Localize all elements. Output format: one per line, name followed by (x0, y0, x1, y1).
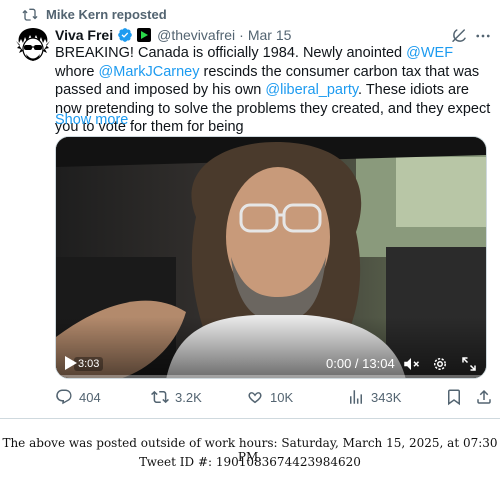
share-button[interactable] (475, 388, 493, 406)
bookmark-button[interactable] (445, 388, 463, 406)
like-button[interactable]: 10K (246, 388, 293, 406)
like-count: 10K (270, 389, 294, 405)
author-name[interactable]: Viva Frei (55, 27, 113, 43)
mention-markjcarney[interactable]: @MarkJCarney (99, 64, 200, 80)
views-chart-icon (347, 388, 365, 406)
retweet-icon (151, 388, 169, 406)
mention-liberal-party[interactable]: @liberal_party (265, 82, 358, 98)
repost-header[interactable]: Mike Kern reposted (22, 5, 167, 23)
divider (0, 418, 500, 419)
repost-button[interactable]: 3.2K (151, 388, 202, 406)
video-elapsed-badge: 3:03 (74, 357, 104, 371)
author-handle[interactable]: @thevivafrei (157, 27, 235, 43)
reply-icon (55, 388, 73, 406)
tweet-text-segment: BREAKING! Canada is officially 1984. New… (55, 45, 407, 61)
footer-tweet-id: Tweet ID #: 1901083674423984620 (139, 455, 361, 469)
reply-count: 404 (79, 389, 101, 405)
mute-icon[interactable] (402, 355, 420, 378)
reply-button[interactable]: 404 (55, 388, 101, 406)
post-date[interactable]: Mar 15 (248, 27, 292, 43)
bookmark-icon (445, 388, 463, 406)
share-icon (475, 388, 493, 406)
affiliate-badge-icon (137, 28, 152, 42)
mention-wef[interactable]: @WEF (406, 45, 453, 61)
video-frame (56, 137, 486, 378)
avatar[interactable] (13, 25, 53, 65)
verified-badge-icon (117, 27, 133, 43)
separator-dot: · (239, 27, 244, 43)
play-icon[interactable] (64, 355, 78, 376)
tweet-text-segment: whore (55, 63, 99, 80)
video-player[interactable]: 3:03 0:00 / 13:04 (55, 136, 487, 379)
repost-label: Mike Kern reposted (46, 6, 167, 22)
fullscreen-icon[interactable] (460, 355, 478, 378)
views-button[interactable]: 343K (347, 388, 401, 406)
repost-icon (22, 7, 38, 21)
tweet-header: Viva Frei @thevivafrei · Mar 15 (55, 25, 291, 45)
settings-gear-icon[interactable] (431, 355, 449, 378)
action-bar: 404 3.2K 10K 343K (55, 388, 495, 410)
show-more-link[interactable]: Show more (55, 112, 128, 128)
repost-count: 3.2K (175, 389, 202, 405)
video-time: 0:00 / 13:04 (326, 356, 395, 371)
heart-icon (246, 388, 264, 406)
view-count: 343K (371, 389, 402, 405)
